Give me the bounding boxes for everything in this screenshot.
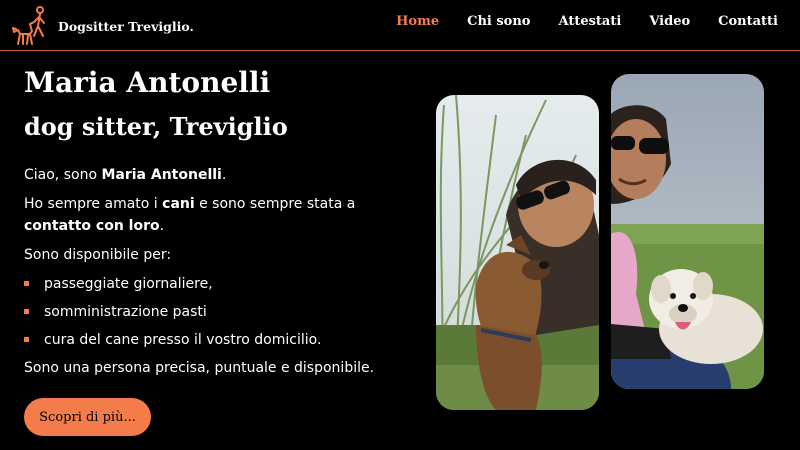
greeting-text: Ciao, sono <box>24 167 102 183</box>
contact-end: . <box>159 218 165 234</box>
photo-woman-with-shepherd-dog <box>436 95 599 410</box>
brand-name: Dogsitter Treviglio. <box>58 18 194 34</box>
love-bold: cani <box>162 196 195 212</box>
walking-dog-logo-icon <box>12 6 45 45</box>
available-paragraph: Sono disponibile per: <box>24 247 172 263</box>
closing-paragraph: Sono una persona precisa, puntuale e dis… <box>24 360 375 376</box>
nav-home[interactable]: Home <box>396 14 439 29</box>
service-label: passeggiate giornaliere, <box>44 276 213 292</box>
greeting-paragraph: Ciao, sono Maria Antonelli. <box>24 164 404 186</box>
service-label: somministrazione pasti <box>44 304 207 320</box>
love-text-1: Ho sempre amato i <box>24 196 163 212</box>
nav-contatti[interactable]: Contatti <box>718 14 778 29</box>
nav-video[interactable]: Video <box>649 14 690 29</box>
service-label: cura del cane presso il vostro domicilio… <box>44 332 322 348</box>
love-text-2: e sono sempre stata a <box>194 196 356 212</box>
nav-chi-sono[interactable]: Chi sono <box>467 14 530 29</box>
love-paragraph: Ho sempre amato i cani e sono sempre sta… <box>24 193 404 237</box>
intro-text: Ciao, sono Maria Antonelli. Ho sempre am… <box>24 164 404 386</box>
square-bullet-icon <box>24 309 29 314</box>
site-header: Dogsitter Treviglio. Home Chi sono Attes… <box>0 0 800 51</box>
main-nav: Home Chi sono Attestati Video Contatti <box>368 14 778 29</box>
nav-attestati[interactable]: Attestati <box>558 14 621 29</box>
services-list: passeggiate giornaliere, somministrazion… <box>24 273 404 351</box>
list-item: somministrazione pasti <box>24 301 404 323</box>
greeting-name: Maria Antonelli <box>101 167 222 183</box>
list-item: passeggiate giornaliere, <box>24 273 404 295</box>
greeting-end: . <box>221 167 227 183</box>
square-bullet-icon <box>24 281 29 286</box>
hero-subtitle: dog sitter, Treviglio <box>24 112 288 141</box>
list-item: cura del cane presso il vostro domicilio… <box>24 329 404 351</box>
discover-more-button[interactable]: Scopri di più... <box>24 398 151 436</box>
photo-woman-with-white-dog <box>611 74 764 389</box>
contact-bold: contatto con loro <box>24 218 160 234</box>
square-bullet-icon <box>24 337 29 342</box>
logo[interactable]: Dogsitter Treviglio. <box>10 4 194 48</box>
hero-title: Maria Antonelli <box>24 66 271 99</box>
